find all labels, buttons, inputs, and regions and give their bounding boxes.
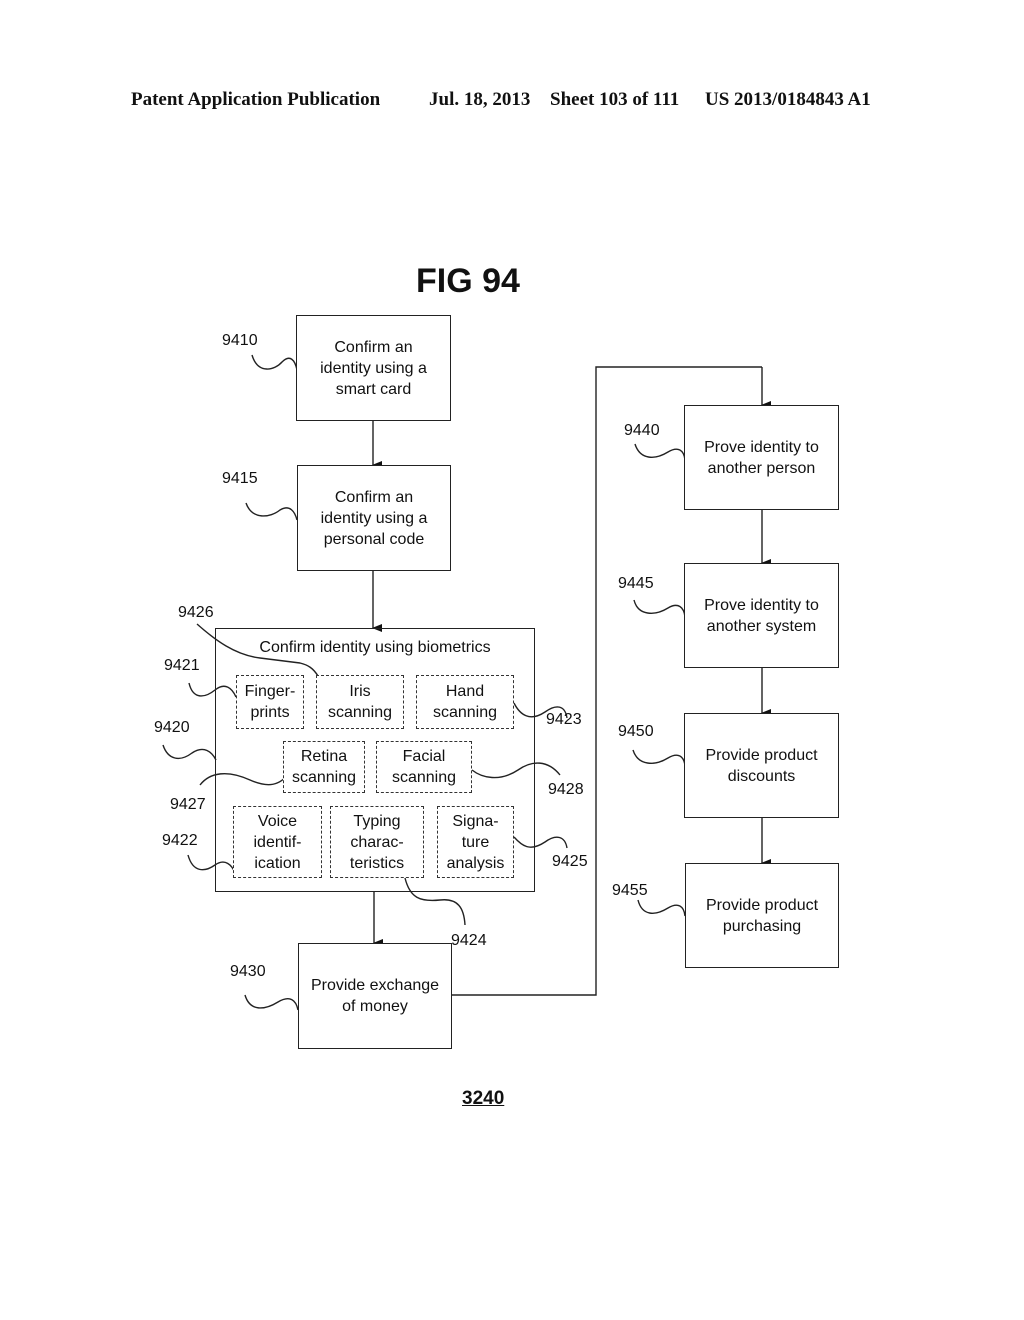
- ref-9445: 9445: [618, 575, 654, 592]
- step-9455-box: Provide product purchasing: [685, 863, 839, 968]
- method-iris-scanning: Iris scanning: [316, 675, 404, 729]
- ref-9422: 9422: [162, 832, 198, 849]
- step-9450-label: Provide product discounts: [705, 746, 818, 785]
- method-typing-characteristics: Typing charac- teristics: [330, 806, 424, 878]
- method-voice-identification: Voice identif- ication: [233, 806, 322, 878]
- step-9410-box: Confirm an identity using a smart card: [296, 315, 451, 421]
- ref-9415: 9415: [222, 470, 258, 487]
- patent-number: US 2013/0184843 A1: [705, 89, 871, 110]
- figure-sheet-label: 3240: [462, 1088, 505, 1109]
- method-hand-scanning: Hand scanning: [416, 675, 514, 729]
- step-9430-label: Provide exchange of money: [310, 977, 440, 1015]
- method-facial-scanning: Facial scanning: [376, 741, 472, 793]
- ref-9421: 9421: [164, 657, 200, 674]
- step-9455-label: Provide product purchasing: [705, 896, 819, 935]
- sheet-number: Sheet 103 of 111: [550, 89, 680, 110]
- leader-9420: [162, 744, 217, 761]
- step-9440-label: Prove identity to another person: [704, 438, 819, 477]
- step-9415-label: Confirm an identity using a personal cod…: [320, 488, 428, 548]
- leader-9415: [245, 502, 298, 521]
- leader-9430: [244, 994, 299, 1011]
- step-9445-box: Prove identity to another system: [684, 563, 839, 668]
- ref-9423: 9423: [546, 711, 582, 728]
- step-9440-box: Prove identity to another person: [684, 405, 839, 510]
- biometrics-title: Confirm identity using biometrics: [259, 639, 491, 656]
- ref-9425: 9425: [552, 853, 588, 870]
- ref-9426: 9426: [178, 604, 214, 621]
- method-signature-analysis: Signa- ture analysis: [437, 806, 514, 878]
- figure-title: FIG 94: [416, 262, 520, 300]
- ref-9410: 9410: [222, 332, 258, 349]
- leader-9450: [632, 749, 686, 767]
- ref-9430: 9430: [230, 963, 266, 980]
- ref-9428: 9428: [548, 781, 584, 798]
- method-fingerprints: Finger- prints: [236, 675, 304, 729]
- ref-9450: 9450: [618, 723, 654, 740]
- step-9410-label: Confirm an identity using a smart card: [320, 338, 427, 398]
- leader-9410: [251, 354, 298, 371]
- ref-9440: 9440: [624, 422, 660, 439]
- leader-9455: [637, 899, 686, 917]
- publication-type: Patent Application Publication: [131, 89, 381, 110]
- leader-9440: [634, 443, 686, 461]
- step-9415-box: Confirm an identity using a personal cod…: [297, 465, 451, 571]
- step-9430-box: Provide exchange of money: [298, 943, 452, 1049]
- ref-9424: 9424: [451, 932, 487, 949]
- publication-date: Jul. 18, 2013: [429, 89, 531, 110]
- ref-9427: 9427: [170, 796, 206, 813]
- leader-9445: [633, 599, 686, 618]
- step-9445-label: Prove identity to another system: [704, 596, 819, 635]
- ref-9455: 9455: [612, 882, 648, 899]
- ref-9420: 9420: [154, 719, 190, 736]
- method-retina-scanning: Retina scanning: [283, 741, 365, 793]
- step-9450-box: Provide product discounts: [684, 713, 839, 818]
